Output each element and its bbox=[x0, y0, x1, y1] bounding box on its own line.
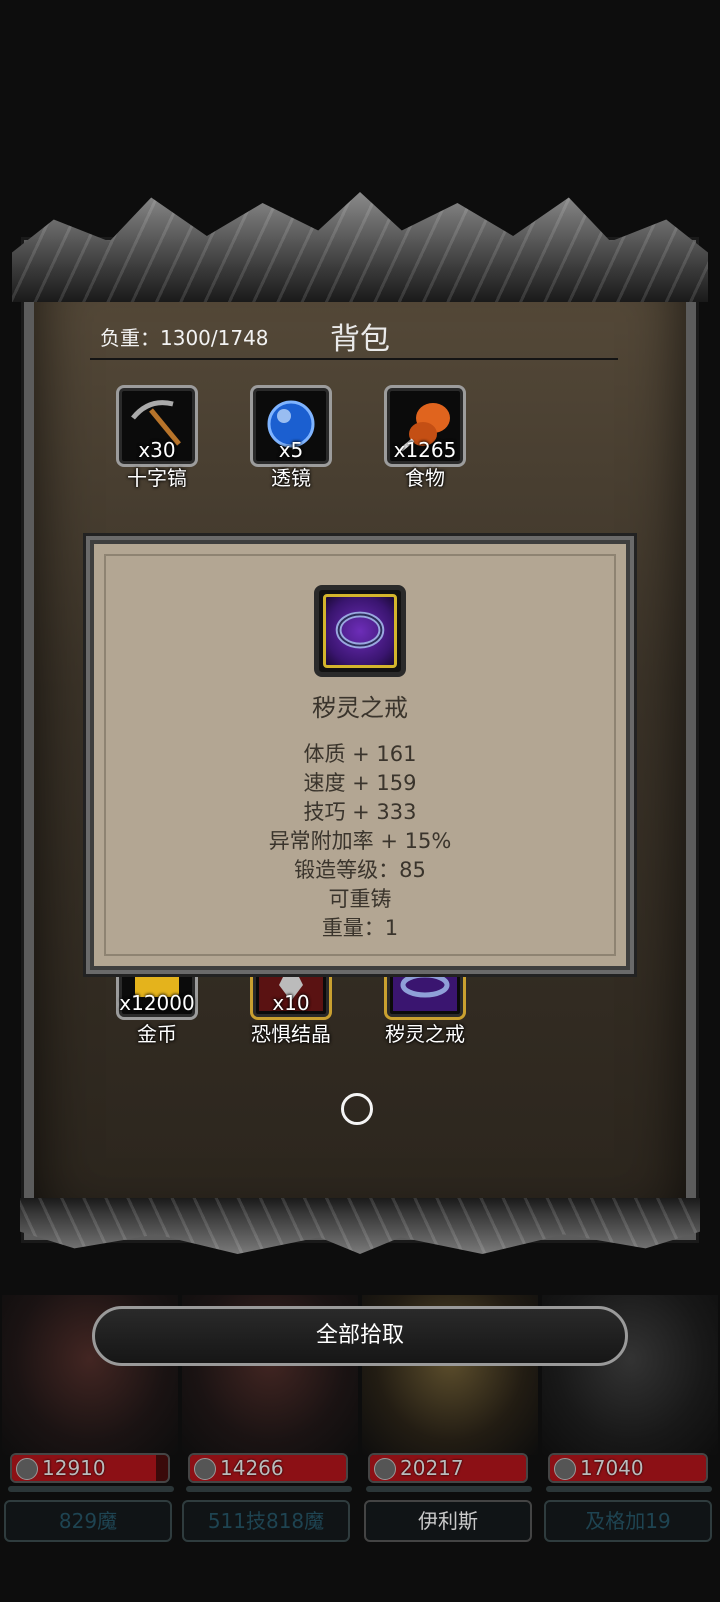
hero-name-plate[interactable]: 829魔 bbox=[4, 1500, 172, 1542]
item-name: 秽灵之戒 bbox=[385, 1022, 465, 1046]
hero-name-plate[interactable]: 511技818魔 bbox=[182, 1500, 350, 1542]
hp-value: 17040 bbox=[580, 1456, 644, 1480]
item-quantity: x1265 bbox=[393, 438, 457, 462]
hp-value: 20217 bbox=[400, 1456, 464, 1480]
tooltip-stat: 锻造等级：85 bbox=[294, 858, 426, 882]
item-quantity: x30 bbox=[138, 438, 176, 462]
weight-label: 负重：1300/1748 bbox=[100, 326, 269, 350]
hero-hp-bar: 20217 bbox=[368, 1453, 528, 1483]
tooltip-item-icon bbox=[314, 585, 406, 677]
item-slot-pickaxe[interactable]: x30 bbox=[116, 385, 198, 467]
hero-hp-bar: 14266 bbox=[188, 1453, 348, 1483]
shield-icon bbox=[16, 1458, 38, 1480]
shield-icon bbox=[554, 1458, 576, 1480]
hero-mp-bar bbox=[186, 1486, 352, 1492]
shield-icon bbox=[374, 1458, 396, 1480]
item-name: 食物 bbox=[405, 466, 445, 490]
item-slot-food[interactable]: x1265 bbox=[384, 385, 466, 467]
item-quantity: x5 bbox=[278, 438, 304, 462]
hero-mp-bar bbox=[366, 1486, 532, 1492]
hero-name-plate[interactable]: 伊利斯 bbox=[364, 1500, 532, 1542]
tooltip-stat: 异常附加率 + 15% bbox=[268, 829, 452, 853]
ornate-frame-top bbox=[12, 192, 708, 302]
tooltip-stat: 速度 + 159 bbox=[303, 771, 417, 795]
tooltip-stat: 重量：1 bbox=[321, 916, 399, 940]
hero-hp-bar: 17040 bbox=[548, 1453, 708, 1483]
hero-name-plate[interactable]: 及格加19 bbox=[544, 1500, 712, 1542]
hp-value: 12910 bbox=[42, 1456, 106, 1480]
tooltip-item-name: 秽灵之戒 bbox=[312, 694, 408, 722]
ring-icon bbox=[335, 611, 385, 649]
panel-title: 背包 bbox=[330, 322, 390, 357]
hero-mp-bar bbox=[546, 1486, 712, 1492]
hero-hp-bar: 12910 bbox=[10, 1453, 170, 1483]
pick-up-all-button[interactable]: 全部拾取 bbox=[92, 1306, 628, 1366]
item-quantity: x12000 bbox=[119, 991, 195, 1015]
item-quantity: x10 bbox=[272, 991, 310, 1015]
title-divider bbox=[90, 358, 618, 360]
item-name: 金币 bbox=[137, 1022, 177, 1046]
tooltip-stat: 技巧 + 333 bbox=[303, 800, 417, 824]
ornate-frame-bottom bbox=[20, 1198, 700, 1254]
item-name: 透镜 bbox=[271, 466, 311, 490]
shield-icon bbox=[194, 1458, 216, 1480]
item-slot-lens[interactable]: x5 bbox=[250, 385, 332, 467]
hero-mp-bar bbox=[8, 1486, 174, 1492]
loading-circle-icon bbox=[341, 1093, 373, 1125]
item-name: 恐惧结晶 bbox=[251, 1022, 331, 1046]
tooltip-stat: 体质 + 161 bbox=[303, 742, 417, 766]
hp-value: 14266 bbox=[220, 1456, 284, 1480]
tooltip-stat: 可重铸 bbox=[328, 887, 392, 911]
item-name: 十字镐 bbox=[127, 466, 187, 490]
